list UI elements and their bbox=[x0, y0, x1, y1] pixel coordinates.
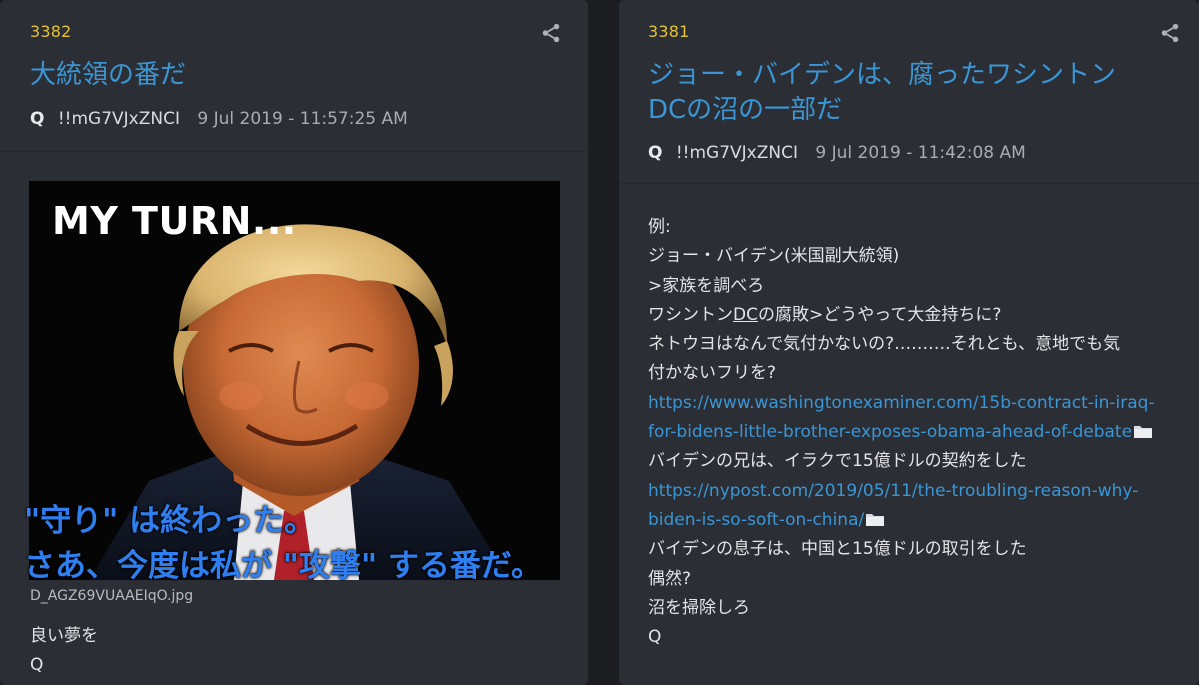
post-title[interactable]: 大統領の番だ bbox=[30, 58, 550, 93]
post-header: 3381 ジョー・バイデンは、腐ったワシントン DCの沼の一部だ Q !!mG7… bbox=[619, 0, 1199, 184]
post-title-line1: ジョー・バイデンは、腐ったワシントン bbox=[648, 60, 1117, 90]
post-3381: 3381 ジョー・バイデンは、腐ったワシントン DCの沼の一部だ Q !!mG7… bbox=[619, 0, 1199, 685]
text-segment: ワシントン bbox=[648, 304, 733, 325]
text-segment-underlined: DC bbox=[733, 304, 758, 325]
message-line: >家族を調べろ bbox=[648, 275, 765, 296]
folder-icon[interactable] bbox=[1133, 423, 1153, 439]
article-link-nypost-cont[interactable]: biden-is-so-soft-on-china/ bbox=[648, 510, 864, 530]
post-message: 良い夢を Q bbox=[30, 622, 98, 681]
message-line: 付かないフリを? bbox=[648, 363, 777, 384]
message-link-line: https://www.washingtonexaminer.com/15b-c… bbox=[648, 389, 1188, 418]
article-link-washingtonexaminer[interactable]: https://www.washingtonexaminer.com/15b-c… bbox=[648, 393, 1155, 413]
message-line: ネトウヨはなんで気付かないの?……….それとも、意地でも気 bbox=[648, 334, 1121, 355]
image-top-text: MY TURN... bbox=[52, 199, 297, 243]
share-icon[interactable] bbox=[540, 22, 562, 44]
post-header: 3382 大統領の番だ Q !!mG7VJxZNCI 9 Jul 2019 - … bbox=[0, 0, 588, 152]
message-signature: Q bbox=[648, 627, 662, 648]
post-number[interactable]: 3381 bbox=[648, 22, 690, 41]
message-signature: Q bbox=[30, 655, 44, 676]
share-icon[interactable] bbox=[1159, 22, 1181, 44]
text-segment: の腐敗>どうやって大金持ちに? bbox=[757, 304, 1002, 325]
image-overlay-line2: さあ、今度は私が "攻撃" する番だ。 bbox=[24, 548, 542, 584]
article-link-nypost[interactable]: https://nypost.com/2019/05/11/the-troubl… bbox=[648, 481, 1138, 501]
image-filename[interactable]: D_AGZ69VUAAEIqO.jpg bbox=[30, 588, 193, 604]
message-line: バイデンの息子は、中国と15億ドルの取引をした bbox=[648, 539, 1027, 560]
post-date: 9 Jul 2019 - 11:57:25 AM bbox=[197, 109, 408, 129]
message-line: バイデンの兄は、イラクで15億ドルの契約をした bbox=[648, 451, 1027, 472]
post-meta: Q !!mG7VJxZNCI 9 Jul 2019 - 11:57:25 AM bbox=[30, 109, 408, 129]
post-message: 例: ジョー・バイデン(米国副大統領) >家族を調べろ ワシントンDCの腐敗>ど… bbox=[648, 213, 1188, 652]
message-line: ジョー・バイデン(米国副大統領) bbox=[648, 246, 900, 267]
post-meta: Q !!mG7VJxZNCI 9 Jul 2019 - 11:42:08 AM bbox=[648, 143, 1026, 163]
article-link-washingtonexaminer-cont[interactable]: for-bidens-little-brother-exposes-obama-… bbox=[648, 422, 1132, 442]
message-line: 偶然? bbox=[648, 568, 692, 589]
message-link-line: https://nypost.com/2019/05/11/the-troubl… bbox=[648, 477, 1188, 506]
author-name: Q bbox=[648, 143, 663, 163]
author-name: Q bbox=[30, 109, 45, 129]
image-overlay-line1: "守り" は終わった。 bbox=[24, 503, 316, 539]
message-line: 良い夢を bbox=[30, 626, 98, 646]
post-title-line2: DCの沼の一部だ bbox=[648, 95, 843, 125]
message-link-line: biden-is-so-soft-on-china/ bbox=[648, 506, 1188, 535]
tripcode: !!mG7VJxZNCI bbox=[57, 109, 180, 129]
post-date: 9 Jul 2019 - 11:42:08 AM bbox=[815, 143, 1026, 163]
tripcode: !!mG7VJxZNCI bbox=[675, 143, 798, 163]
post-title[interactable]: ジョー・バイデンは、腐ったワシントン DCの沼の一部だ bbox=[648, 58, 1168, 128]
message-link-line: for-bidens-little-brother-exposes-obama-… bbox=[648, 418, 1188, 447]
page: 3382 大統領の番だ Q !!mG7VJxZNCI 9 Jul 2019 - … bbox=[0, 0, 1199, 685]
post-number[interactable]: 3382 bbox=[30, 22, 72, 41]
message-line: 例: bbox=[648, 217, 671, 237]
folder-icon[interactable] bbox=[865, 511, 885, 527]
message-line: ワシントンDCの腐敗>どうやって大金持ちに? bbox=[648, 301, 1188, 330]
message-line: 沼を掃除しろ bbox=[648, 597, 750, 618]
post-3382: 3382 大統領の番だ Q !!mG7VJxZNCI 9 Jul 2019 - … bbox=[0, 0, 588, 685]
